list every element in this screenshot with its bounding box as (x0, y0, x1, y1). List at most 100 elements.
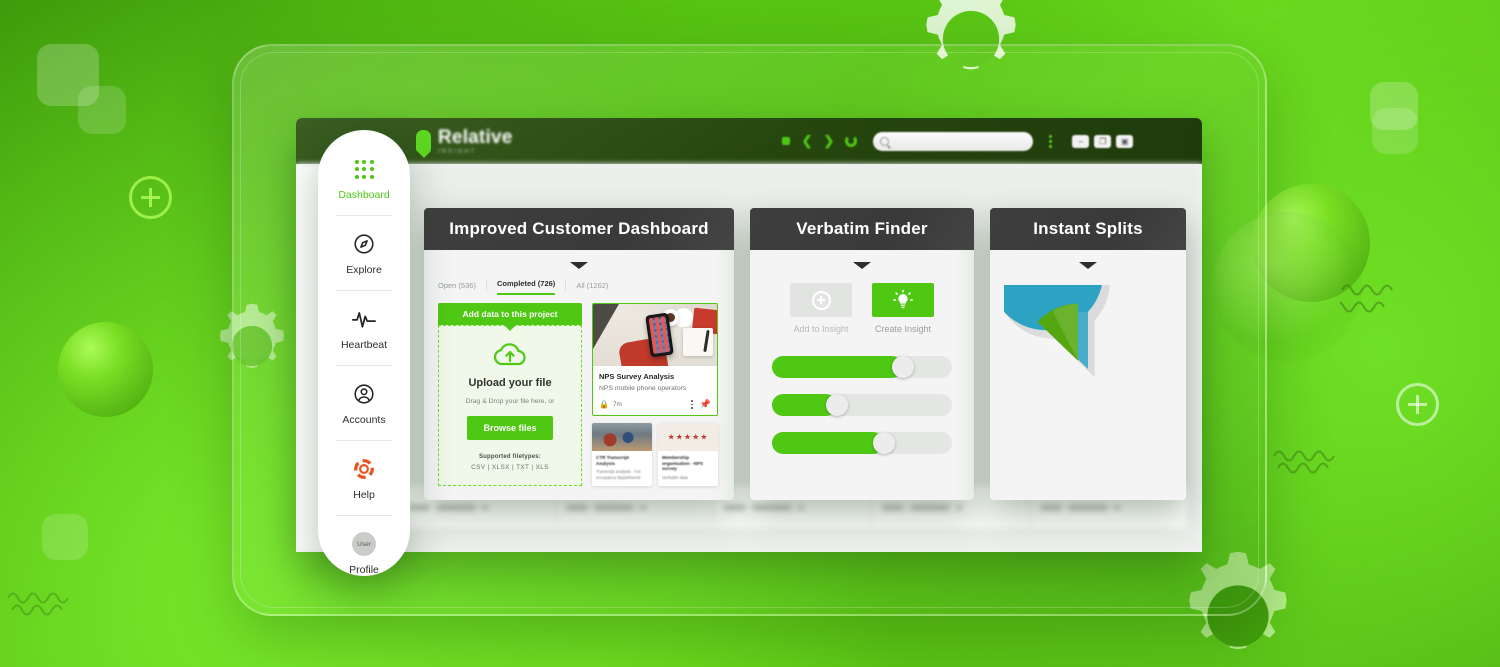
add-to-insight-button[interactable] (790, 283, 852, 317)
lock-icon: 🔒 (599, 400, 609, 409)
divider (485, 280, 487, 291)
compass-icon (318, 231, 410, 257)
browser-toolbar: Relative INSIGHT ❮ ❯ – ❐ ▣ (296, 118, 1202, 164)
mini-card-title: CTR Transcript Analysis (596, 455, 629, 466)
search-icon (880, 136, 890, 146)
minimize-button[interactable]: – (1072, 134, 1090, 148)
tab-dot-icon[interactable] (782, 137, 791, 145)
reload-icon[interactable] (845, 135, 858, 147)
app-logo: Relative INSIGHT (416, 128, 512, 155)
lifebuoy-icon (318, 456, 410, 482)
deco-squiggle-2 (1273, 450, 1335, 474)
sidebar-item-label: Explore (346, 264, 382, 276)
kebab-menu-icon[interactable] (1049, 134, 1053, 148)
tab-completed[interactable]: Completed (726) (496, 279, 556, 295)
divider (336, 365, 392, 366)
brand-subtitle: INSIGHT (438, 148, 477, 155)
chevron-down-icon (853, 262, 871, 269)
deco-square-5 (42, 514, 88, 560)
panel-improved-customer-dashboard: Improved Customer Dashboard Open (536) C… (424, 208, 734, 500)
divider (336, 440, 392, 441)
floating-sidebar: Dashboard Explore Heartbeat Accounts Hel… (318, 130, 410, 576)
divider (565, 280, 567, 291)
add-data-button[interactable]: Add data to this project (438, 303, 582, 325)
feature-panels: Improved Customer Dashboard Open (536) C… (424, 208, 1186, 500)
sidebar-item-label: Heartbeat (340, 339, 388, 351)
plus-circle-icon (811, 290, 831, 310)
mini-thumbnail (592, 423, 652, 451)
slider-knob[interactable] (872, 432, 895, 454)
sidebar-item-profile[interactable]: User Profile (318, 531, 410, 590)
grid-dots-icon (318, 156, 410, 182)
dropzone-title: Upload your file (468, 377, 552, 389)
restore-button[interactable]: ❐ (1094, 134, 1112, 148)
project-thumbnail (593, 304, 717, 366)
tab-open[interactable]: Open (536) (438, 281, 476, 295)
forward-icon[interactable]: ❯ (823, 133, 834, 149)
chevron-down-icon (1079, 262, 1097, 269)
sidebar-item-label: Help (353, 489, 375, 501)
deco-plus-icon-2 (1396, 383, 1439, 426)
lightbulb-icon (893, 289, 913, 309)
project-card-nps-survey[interactable]: NPS Survey Analysis NPS mobile phone ope… (592, 303, 718, 416)
sidebar-item-heartbeat[interactable]: Heartbeat (318, 306, 410, 365)
deco-squiggle-3 (7, 592, 69, 616)
avatar: User (352, 532, 376, 556)
promo-stage: Relative INSIGHT ❮ ❯ – ❐ ▣ Improved Cust… (0, 0, 1500, 667)
slider-2[interactable] (772, 394, 952, 416)
cloud-upload-icon (493, 343, 526, 366)
mini-card-description: Verbatim data (662, 475, 688, 481)
slider-knob[interactable] (892, 356, 915, 378)
list-item[interactable]: CTR Transcript Analysis Transcript analy… (592, 423, 652, 486)
sidebar-item-help[interactable]: Help (318, 456, 410, 515)
relative-logo-icon (416, 130, 431, 152)
file-dropzone[interactable]: Upload your file Drag & Drop your file h… (438, 325, 582, 486)
mini-card-title: Membership organisation - NPS survey (662, 455, 704, 472)
panel-instant-splits: Instant Splits (990, 208, 1186, 500)
deco-square-3 (1370, 82, 1418, 130)
panel-verbatim-finder: Verbatim Finder Add to Insight Create In… (750, 208, 974, 500)
deco-orb-1 (58, 322, 153, 417)
slider-3[interactable] (772, 432, 952, 454)
slider-1[interactable] (772, 356, 952, 378)
deco-square-1 (37, 44, 99, 106)
browser-nav-controls[interactable]: ❮ ❯ (782, 133, 858, 149)
heartbeat-icon (318, 306, 410, 332)
dropzone-subtitle: Drag & Drop your file here, or (465, 398, 555, 405)
browse-files-button[interactable]: Browse files (467, 416, 553, 440)
sidebar-item-accounts[interactable]: Accounts (318, 381, 410, 440)
mini-project-cards: CTR Transcript Analysis Transcript analy… (592, 423, 718, 486)
tab-all[interactable]: All (1262) (576, 281, 608, 295)
verbatim-sliders (750, 334, 974, 480)
sidebar-item-dashboard[interactable]: Dashboard (318, 156, 410, 215)
slider-knob[interactable] (825, 394, 848, 416)
pin-icon[interactable]: 📌 (700, 399, 711, 410)
panel-title: Verbatim Finder (750, 208, 974, 250)
list-item[interactable]: Membership organisation - NPS survey Ver… (658, 423, 718, 486)
supported-filetypes-label: Supported filetypes: (478, 454, 541, 460)
divider (336, 290, 392, 291)
mini-card-description: Transcript analysis - For occupancy depa… (596, 469, 641, 480)
window-controls[interactable]: – ❐ ▣ (1072, 134, 1134, 148)
deco-square-4 (1372, 108, 1418, 154)
avatar-icon: User (318, 531, 410, 557)
sidebar-item-label: Accounts (342, 414, 386, 426)
upload-section: Add data to this project Upload your fil… (438, 303, 582, 486)
create-insight-button[interactable] (872, 283, 934, 317)
deco-squiggle-1 (1340, 284, 1393, 313)
brand-name: Relative (438, 126, 513, 148)
close-button[interactable]: ▣ (1116, 134, 1134, 148)
project-cards-column: NPS Survey Analysis NPS mobile phone ope… (592, 303, 718, 486)
back-icon[interactable]: ❮ (801, 133, 812, 149)
sidebar-item-explore[interactable]: Explore (318, 231, 410, 290)
create-insight-label: Create Insight (874, 324, 932, 334)
kebab-menu-icon[interactable] (690, 400, 693, 409)
project-tabs[interactable]: Open (536) Completed (726) All (1262) (424, 269, 734, 295)
panel-title: Improved Customer Dashboard (424, 208, 734, 250)
mini-thumbnail (658, 423, 718, 451)
sidebar-item-label: Profile (349, 564, 379, 576)
add-to-insight-label: Add to Insight (793, 324, 849, 334)
url-input[interactable] (873, 131, 1034, 151)
supported-filetypes-list: CSV | XLSX | TXT | XLS (471, 464, 549, 471)
insight-actions: Add to Insight Create Insight (750, 269, 974, 334)
